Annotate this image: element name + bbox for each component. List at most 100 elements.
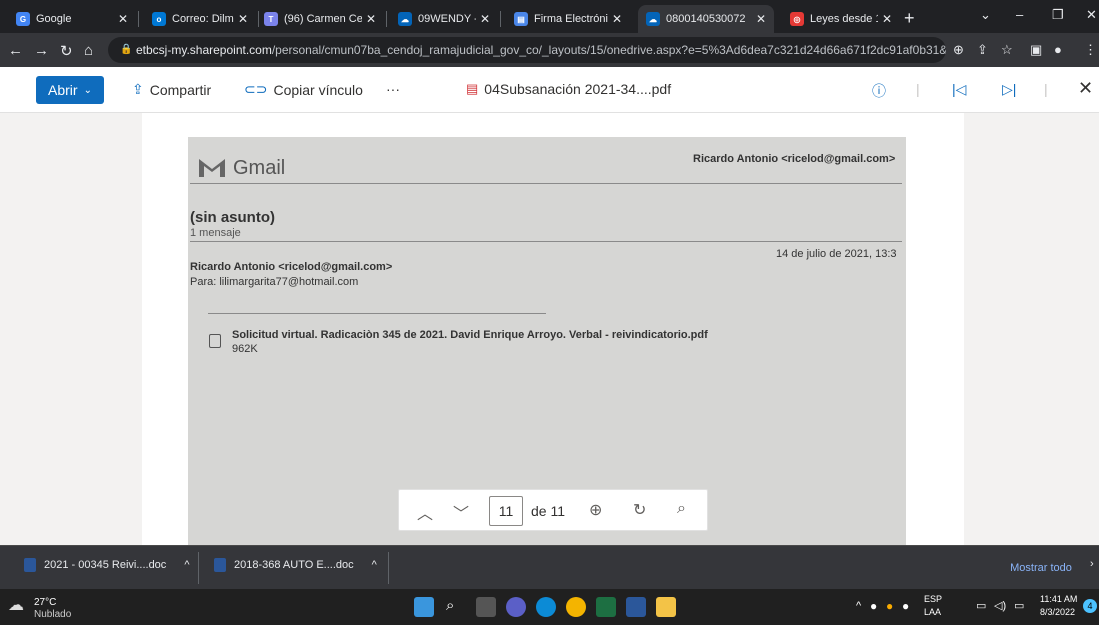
- excel-icon[interactable]: [596, 597, 616, 617]
- browser-tab[interactable]: ☁ 0800140530072 ✕: [638, 5, 774, 33]
- profile-icon[interactable]: ●: [1054, 42, 1062, 57]
- share-page-icon[interactable]: ⇪: [977, 42, 988, 58]
- sender-header: Ricardo Antonio <ricelod@gmail.com>: [693, 153, 896, 165]
- previous-file-icon[interactable]: |◁: [952, 81, 966, 98]
- file-explorer-icon[interactable]: [656, 597, 676, 617]
- word-doc-icon: [24, 558, 36, 572]
- chevron-up-icon[interactable]: ^: [372, 559, 377, 571]
- volume-icon[interactable]: ◁): [994, 599, 1006, 612]
- clock-time[interactable]: 11:41 AM: [1040, 594, 1077, 604]
- start-icon[interactable]: [414, 597, 434, 617]
- browser-tab[interactable]: ☁ 09WENDY - One ✕: [390, 5, 498, 33]
- tray-app-icon[interactable]: ●: [902, 599, 909, 613]
- browser-tab[interactable]: T (96) Carmen Ceci ✕: [256, 5, 384, 33]
- info-icon[interactable]: ⓘ: [872, 81, 886, 101]
- tab-title: 0800140530072: [666, 13, 746, 25]
- weather-temp[interactable]: 27°C: [34, 597, 56, 608]
- back-icon[interactable]: ←: [8, 42, 23, 59]
- tab-search-icon[interactable]: ⌄: [980, 7, 991, 23]
- tray-app-icon[interactable]: ●: [886, 599, 893, 613]
- page-navigator: ︿ ﹀ 11 de 11 ⊕ ↻ ⌕: [398, 489, 708, 531]
- search-icon[interactable]: ⌕: [677, 500, 686, 518]
- pdf-file-icon: ▤: [466, 81, 479, 96]
- word-doc-icon: [214, 558, 226, 572]
- reload-icon[interactable]: ↻: [60, 42, 73, 60]
- address-bar-row: ← → ↻ ⌂ 🔒 etbcsj-my.sharepoint.com/perso…: [0, 33, 1099, 67]
- url-field[interactable]: 🔒 etbcsj-my.sharepoint.com/personal/cmun…: [108, 37, 946, 63]
- page-number-input[interactable]: 11: [489, 496, 523, 526]
- tray-overflow-icon[interactable]: ^: [856, 600, 861, 612]
- browser-tab[interactable]: G Google ✕: [8, 5, 136, 33]
- divider: [198, 552, 199, 584]
- tab-separator: [500, 11, 501, 27]
- share-icon: ⇪: [132, 81, 144, 97]
- tab-favicon-icon: o: [152, 12, 166, 26]
- url-domain: etbcsj-my.sharepoint.com: [136, 43, 272, 57]
- tray-app-icon[interactable]: ●: [870, 599, 877, 613]
- new-tab-button[interactable]: +: [904, 8, 915, 29]
- minimize-icon[interactable]: –: [1016, 7, 1023, 22]
- close-tab-icon[interactable]: ✕: [238, 12, 248, 26]
- chevron-down-icon: ⌄: [83, 84, 92, 96]
- close-tab-icon[interactable]: ✕: [366, 12, 376, 26]
- share-button[interactable]: ⇪ Compartir: [132, 81, 211, 98]
- close-tab-icon[interactable]: ✕: [882, 12, 892, 26]
- close-tab-icon[interactable]: ✕: [118, 12, 128, 26]
- close-tab-icon[interactable]: ✕: [480, 12, 490, 26]
- rotate-icon[interactable]: ↻: [633, 500, 646, 520]
- gmail-logo-icon: [199, 159, 225, 177]
- notification-badge[interactable]: 4: [1083, 599, 1097, 613]
- zoom-icon[interactable]: ⊕: [953, 42, 964, 58]
- download-item[interactable]: 2018-368 AUTO E....doc ^: [214, 558, 377, 572]
- browser-menu-icon[interactable]: ⋮: [1084, 42, 1097, 58]
- restore-icon[interactable]: ❐: [1052, 7, 1064, 23]
- open-button[interactable]: Abrir ⌄: [36, 76, 104, 104]
- side-panel-icon[interactable]: ▣: [1030, 42, 1042, 58]
- download-item[interactable]: 2021 - 00345 Reivi....doc ^: [24, 558, 189, 572]
- copy-link-label: Copiar vínculo: [273, 81, 363, 98]
- more-label: ···: [386, 81, 400, 97]
- bookmark-star-icon[interactable]: ☆: [1001, 42, 1013, 58]
- home-icon[interactable]: ⌂: [84, 42, 93, 59]
- close-downloads-icon[interactable]: ›: [1090, 558, 1094, 570]
- copy-link-button[interactable]: ⊂⊃ Copiar vínculo: [244, 81, 363, 98]
- tab-favicon-icon: ☁: [646, 12, 660, 26]
- weather-desc[interactable]: Nublado: [34, 609, 71, 620]
- close-tab-icon[interactable]: ✕: [612, 12, 622, 26]
- lock-icon: 🔒: [120, 44, 133, 55]
- clock-date[interactable]: 8/3/2022: [1040, 607, 1075, 617]
- tab-separator: [386, 11, 387, 27]
- chrome-icon[interactable]: [566, 597, 586, 617]
- browser-tab[interactable]: ▤ Firma Electrónica ✕: [506, 5, 630, 33]
- share-label: Compartir: [149, 81, 212, 98]
- battery-icon[interactable]: ▭: [1014, 599, 1024, 612]
- next-page-icon[interactable]: ﹀: [453, 500, 469, 524]
- tab-title: Firma Electrónica: [534, 13, 608, 25]
- chevron-up-icon[interactable]: ^: [184, 559, 189, 571]
- cloud-icon: ☁: [8, 597, 24, 614]
- task-view-icon[interactable]: [476, 597, 496, 617]
- zoom-in-icon[interactable]: ⊕: [589, 500, 602, 520]
- language-top[interactable]: ESP: [924, 594, 942, 604]
- tab-title: 09WENDY - One: [418, 13, 476, 25]
- close-window-icon[interactable]: ✕: [1086, 7, 1097, 23]
- word-icon[interactable]: [626, 597, 646, 617]
- edge-icon[interactable]: [536, 597, 556, 617]
- divider: [190, 241, 902, 242]
- forward-icon[interactable]: →: [34, 42, 49, 59]
- show-all-downloads-button[interactable]: Mostrar todo: [1000, 554, 1082, 582]
- network-icon[interactable]: ▭: [976, 599, 986, 612]
- teams-icon[interactable]: [506, 597, 526, 617]
- pdf-viewer: Gmail Ricardo Antonio <ricelod@gmail.com…: [0, 113, 1099, 545]
- search-icon[interactable]: ⌕: [446, 597, 466, 617]
- next-file-icon[interactable]: ▷|: [1002, 81, 1016, 98]
- close-viewer-icon[interactable]: ✕: [1078, 78, 1093, 99]
- browser-tab[interactable]: ◎ Leyes desde 199 ✕: [782, 5, 900, 33]
- previous-page-icon[interactable]: ︿: [417, 500, 433, 524]
- divider: [388, 552, 389, 584]
- more-options-button[interactable]: ···: [386, 81, 400, 97]
- browser-tab[interactable]: o Correo: Dilma Ch ✕: [144, 5, 256, 33]
- close-tab-icon[interactable]: ✕: [756, 12, 766, 26]
- download-name: 2021 - 00345 Reivi....doc: [44, 559, 167, 571]
- language-bottom[interactable]: LAA: [924, 607, 941, 617]
